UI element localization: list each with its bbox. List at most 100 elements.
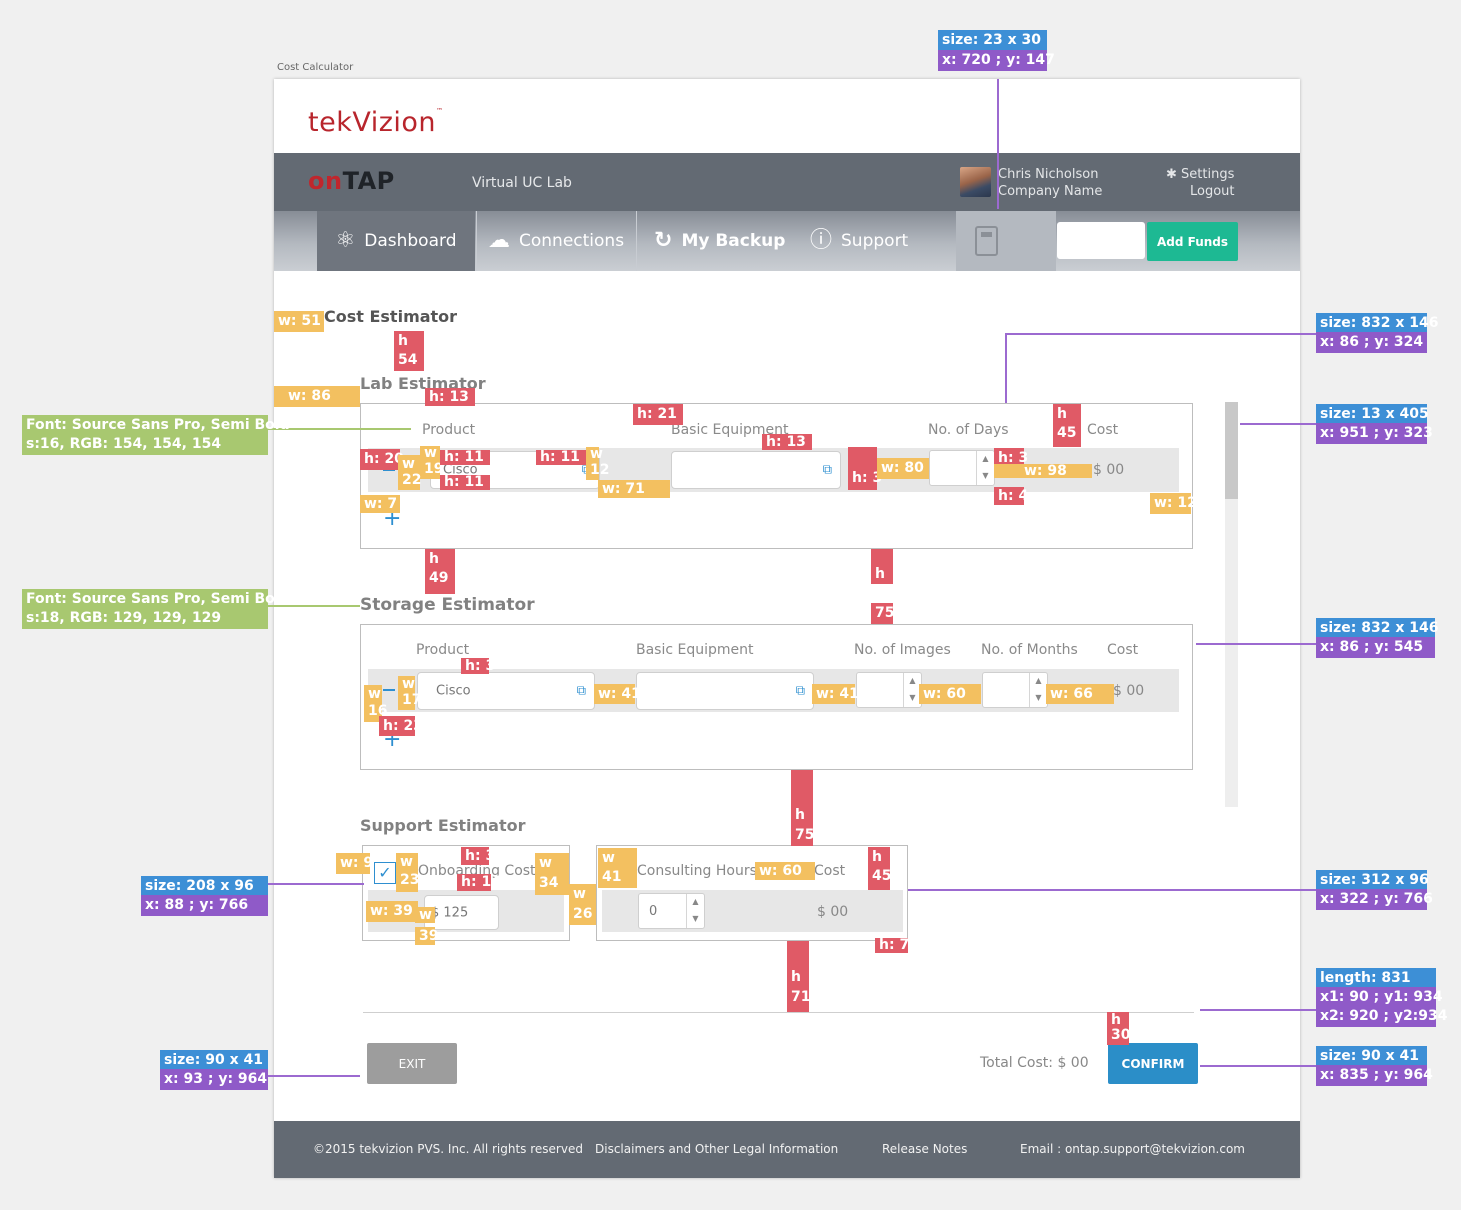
- chevron-up-icon[interactable]: ▲: [977, 451, 994, 468]
- measure-marker: h: [871, 549, 893, 584]
- measure-marker: w: [420, 446, 440, 460]
- measure-marker: h: 13: [425, 388, 475, 406]
- onboarding-value: $ 125: [431, 905, 469, 920]
- annotation-line-end: x2: 920 ; y2:934: [1316, 1006, 1448, 1027]
- exit-button[interactable]: EXIT: [367, 1043, 457, 1084]
- measure-marker: h: 13: [762, 434, 812, 450]
- annotation-line-start: x1: 90 ; y1: 934: [1316, 987, 1443, 1008]
- annotation-line: [1240, 423, 1318, 425]
- logout-link[interactable]: Logout: [1190, 184, 1235, 199]
- measure-marker: 39: [415, 927, 438, 945]
- annotation-calc-pos: x: 720 ; y: 147: [938, 50, 1055, 71]
- stepper-arrows[interactable]: ▲ ▼: [1029, 673, 1047, 707]
- user-name[interactable]: Chris Nicholson: [998, 167, 1098, 182]
- company-name: Company Name: [998, 184, 1103, 199]
- annotation-font-storage-2: s:18, RGB: 129, 129, 129: [22, 608, 268, 629]
- measure-marker: 12: [586, 461, 609, 480]
- measure-marker: h: 4: [994, 487, 1028, 505]
- annotation-onboard-size: size: 208 x 96: [141, 876, 268, 897]
- footer-release-notes-link[interactable]: Release Notes: [882, 1142, 967, 1156]
- nav-connections[interactable]: ☁ Connections: [488, 211, 624, 271]
- stepper-arrows[interactable]: ▲ ▼: [976, 451, 994, 485]
- ontap-tap: TAP: [342, 167, 395, 195]
- nav-my-backup[interactable]: ↻ My Backup: [654, 211, 785, 271]
- chevron-down-icon[interactable]: ▼: [1030, 690, 1047, 707]
- measure-marker: 26: [569, 903, 596, 925]
- logo-tm: ™: [436, 107, 444, 115]
- confirm-button[interactable]: CONFIRM: [1108, 1043, 1198, 1084]
- product-select[interactable]: Cisco ⧉: [417, 672, 595, 710]
- settings-link[interactable]: ✱ Settings: [1166, 167, 1234, 182]
- measure-marker: h: 71: [875, 938, 919, 953]
- funds-input[interactable]: [1057, 222, 1145, 259]
- remove-row-icon[interactable]: [383, 689, 395, 691]
- col-basic-equipment: Basic Equipment: [636, 642, 754, 658]
- measure-marker: 17: [398, 691, 421, 710]
- chevron-down-icon[interactable]: ▼: [687, 911, 704, 928]
- footer: ©2015 tekvizion PVS. Inc. All rights res…: [274, 1121, 1300, 1178]
- measure-marker: 34: [535, 872, 569, 895]
- images-stepper[interactable]: ▲ ▼: [856, 672, 922, 708]
- avatar[interactable]: [960, 167, 991, 197]
- measure-marker: 45: [1053, 423, 1081, 447]
- measure-marker: w: 60: [919, 684, 981, 704]
- consulting-hours-stepper[interactable]: 0 ▲ ▼: [638, 893, 705, 929]
- logo-text: tekVizion: [308, 107, 437, 138]
- days-stepper[interactable]: ▲ ▼: [929, 450, 995, 486]
- consulting-hours-value: 0: [649, 904, 658, 919]
- cost-estimator-title: Cost Estimator: [324, 307, 458, 326]
- measure-marker: w: 12: [1150, 493, 1197, 514]
- col-cost: Cost: [1107, 642, 1139, 658]
- tekvizion-logo: tekVizion™: [308, 107, 444, 138]
- external-link-icon[interactable]: ⧉: [796, 684, 805, 699]
- chevron-down-icon[interactable]: ▼: [977, 468, 994, 485]
- annotation-line: [997, 79, 999, 209]
- ontap-on: on: [308, 167, 343, 195]
- chevron-up-icon[interactable]: ▲: [687, 894, 704, 911]
- measure-marker: 41: [598, 866, 637, 888]
- footer-disclaimers-link[interactable]: Disclaimers and Other Legal Information: [595, 1142, 838, 1156]
- annotation-line: [1196, 643, 1318, 645]
- external-link-icon[interactable]: ⧉: [823, 463, 832, 478]
- annotation-onboard-pos: x: 88 ; y: 766: [141, 895, 268, 916]
- measure-marker: h: 3: [848, 447, 882, 490]
- footer-copyright: ©2015 tekvizion PVS. Inc. All rights res…: [313, 1142, 583, 1156]
- divider: [363, 1012, 1194, 1013]
- nav-support[interactable]: ⓘ Support: [810, 211, 908, 271]
- months-stepper[interactable]: ▲ ▼: [982, 672, 1048, 708]
- main-nav: ⚛ Dashboard ☁ Connections ↻ My Backup ⓘ Supp…: [274, 211, 1300, 271]
- col-no-of-months: No. of Months: [981, 642, 1078, 658]
- measure-marker: 49: [425, 568, 455, 594]
- measure-marker: w: [569, 884, 596, 905]
- storage-estimator-title: Storage Estimator: [360, 595, 535, 615]
- annotation-font-product: Font: Source Sans Pro, Semi Bold: [22, 415, 290, 436]
- equipment-select[interactable]: ⧉: [671, 451, 841, 489]
- measure-marker: 22: [398, 471, 421, 490]
- measure-marker: w: 7: [360, 495, 400, 513]
- onboarding-cost-field[interactable]: $ 125: [424, 895, 499, 930]
- consulting-row: 0 ▲ ▼ $ 00: [602, 890, 903, 932]
- external-link-icon[interactable]: ⧉: [577, 684, 586, 699]
- measure-marker: w: [586, 447, 603, 461]
- info-icon: ⓘ: [810, 228, 833, 253]
- gear-icon: ✱: [1166, 167, 1177, 182]
- product-value: Cisco: [436, 683, 471, 699]
- chevron-up-icon[interactable]: ▲: [1030, 673, 1047, 690]
- add-funds-button[interactable]: Add Funds: [1147, 222, 1238, 261]
- measure-marker: h: [791, 770, 813, 825]
- scrollbar-thumb[interactable]: [1225, 402, 1238, 499]
- nav-dashboard-label: Dashboard: [364, 231, 457, 251]
- storage-cost: $ 00: [1113, 683, 1145, 699]
- annotation-scroll-pos: x: 951 ; y: 323: [1316, 423, 1433, 444]
- footer-email-link[interactable]: Email : ontap.support@tekvizion.com: [1020, 1142, 1245, 1156]
- consulting-label: Consulting Hours: [637, 863, 757, 879]
- calculator-button[interactable]: [956, 211, 1056, 271]
- measure-marker: 23: [396, 869, 419, 892]
- measure-marker: w: 9: [336, 853, 373, 874]
- ontap-logo: onTAP: [308, 167, 395, 195]
- stepper-arrows[interactable]: ▲ ▼: [686, 894, 704, 928]
- nav-dashboard[interactable]: ⚛ Dashboard: [317, 211, 475, 271]
- annotation-line: [1005, 333, 1007, 403]
- onboarding-checkbox[interactable]: ✓: [374, 862, 396, 884]
- equipment-select[interactable]: ⧉: [636, 672, 814, 710]
